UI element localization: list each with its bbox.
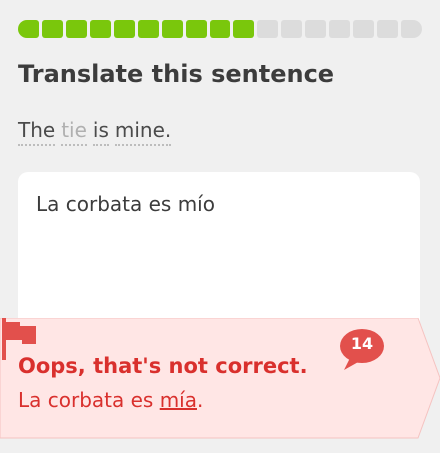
progress-segment (65, 20, 87, 38)
progress-segment (401, 20, 422, 38)
flag-icon[interactable] (0, 318, 40, 360)
progress-segment (353, 20, 375, 38)
correct-answer-highlight: mía (159, 388, 197, 412)
progress-segment (41, 20, 63, 38)
progress-segment (281, 20, 303, 38)
discussion-button[interactable]: 14 (338, 328, 386, 370)
progress-segment (209, 20, 231, 38)
lesson-progress-bar (18, 20, 422, 38)
progress-segment (18, 20, 39, 38)
progress-segment (257, 20, 279, 38)
feedback-panel: Oops, that's not correct. La corbata es … (0, 318, 440, 453)
correct-answer: La corbata es mía. (18, 388, 203, 412)
word-is[interactable]: is (92, 118, 109, 146)
progress-segment (233, 20, 255, 38)
word-the[interactable]: The (18, 118, 56, 146)
feedback-title: Oops, that's not correct. (18, 354, 308, 378)
progress-segment (89, 20, 111, 38)
correct-answer-suffix: . (197, 388, 204, 412)
progress-segment (185, 20, 207, 38)
progress-segment (137, 20, 159, 38)
correct-answer-prefix: La corbata es (18, 388, 160, 412)
discussion-count: 14 (350, 334, 374, 353)
source-sentence: The tie is mine. (18, 118, 177, 146)
progress-segment (305, 20, 327, 38)
progress-segment (329, 20, 351, 38)
page-title: Translate this sentence (18, 60, 335, 88)
word-mine[interactable]: mine. (114, 118, 172, 146)
progress-segment (377, 20, 398, 38)
progress-segment (113, 20, 135, 38)
word-tie[interactable]: tie (61, 118, 87, 146)
progress-segment (161, 20, 183, 38)
answer-text: La corbata es mío (36, 192, 215, 216)
